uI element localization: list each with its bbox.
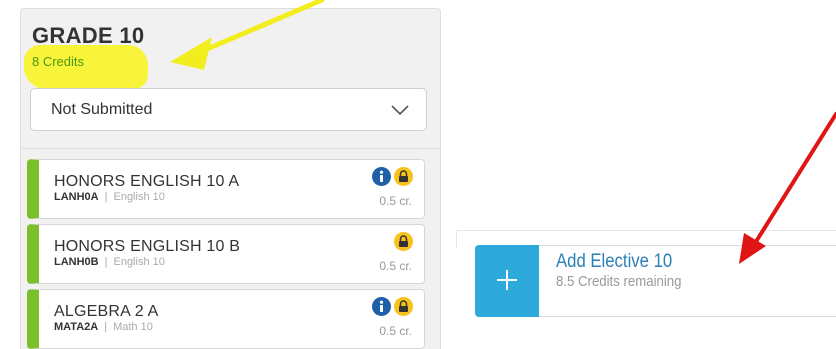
elective-credits-remaining: 8.5 Credits remaining xyxy=(556,273,682,290)
grade-credits: 8 Credits xyxy=(32,54,85,69)
course-subject: Math 10 xyxy=(113,321,153,333)
page: GRADE 10 8 Credits Not Submitted HONORS … xyxy=(0,0,836,349)
course-card-algebra-2-a[interactable]: ALGEBRA 2 A MATA2A | Math 10 0.5 cr. xyxy=(27,289,425,349)
status-dropdown[interactable]: Not Submitted xyxy=(30,88,427,131)
course-card-honors-english-10-b[interactable]: HONORS ENGLISH 10 B LANH0B | English 10 0.… xyxy=(27,224,425,284)
course-subject: English 10 xyxy=(113,191,165,203)
lock-icon xyxy=(394,232,413,251)
grade-title: GRADE 10 xyxy=(32,23,145,48)
course-credit: 0.5 cr. xyxy=(379,194,412,208)
course-meta: LANH0B | English 10 xyxy=(54,256,165,268)
grade-10-panel: GRADE 10 8 Credits Not Submitted HONORS … xyxy=(20,8,441,349)
course-separator: | xyxy=(104,256,108,268)
course-meta: MATA2A | Math 10 xyxy=(54,321,153,333)
add-elective-button[interactable] xyxy=(475,245,539,317)
course-credit: 0.5 cr. xyxy=(379,324,412,338)
chevron-down-icon xyxy=(391,105,409,116)
course-name: ALGEBRA 2 A xyxy=(54,303,159,320)
lock-icon xyxy=(394,167,413,186)
course-separator: | xyxy=(104,191,108,203)
status-dropdown-value: Not Submitted xyxy=(51,101,153,118)
info-icon[interactable] xyxy=(372,297,391,316)
course-name: HONORS ENGLISH 10 B xyxy=(54,238,241,255)
panel-divider xyxy=(21,148,440,149)
plus-icon xyxy=(497,270,517,290)
course-subject: English 10 xyxy=(113,256,165,268)
course-code: LANH0A xyxy=(54,191,99,203)
info-icon[interactable] xyxy=(372,167,391,186)
course-code: LANH0B xyxy=(54,256,99,268)
course-separator: | xyxy=(104,321,108,333)
add-elective-card[interactable]: Add Elective 10 8.5 Credits remaining xyxy=(475,245,836,317)
elective-title[interactable]: Add Elective 10 xyxy=(556,251,672,273)
lock-icon xyxy=(394,297,413,316)
course-name: HONORS ENGLISH 10 A xyxy=(54,173,240,190)
course-credit: 0.5 cr. xyxy=(379,259,412,273)
course-code: MATA2A xyxy=(54,321,99,333)
course-meta: LANH0A | English 10 xyxy=(54,191,165,203)
course-card-honors-english-10-a[interactable]: HONORS ENGLISH 10 A LANH0A | English 10 0.… xyxy=(27,159,425,219)
